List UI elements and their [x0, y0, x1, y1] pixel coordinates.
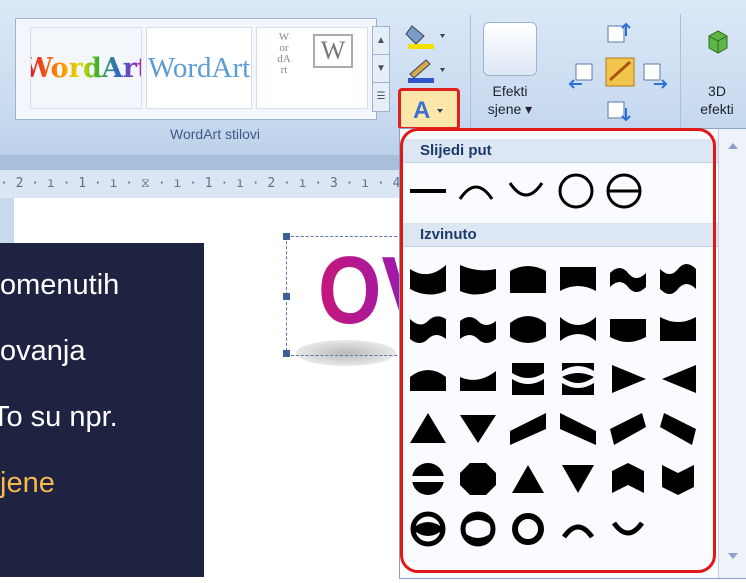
wordart-styles-gallery: WordArt WordArt WordArt W	[15, 18, 377, 120]
highlight-frame	[400, 128, 716, 573]
shadow-effects-button[interactable]: Efekti sjene ▾	[482, 82, 538, 118]
resize-handle[interactable]	[283, 350, 290, 357]
wordart-selection-box[interactable]	[286, 236, 402, 356]
group-label-wordart-styles: WordArt stilovi	[170, 126, 260, 142]
wordart-style-1[interactable]: WordArt	[23, 27, 149, 109]
ruler-ticks: · 2 · ı · 1 · ı · ⧖ · ı · 1 · ı · 2 · ı …	[0, 176, 400, 191]
wordart-style-3[interactable]: WordArt W	[256, 27, 368, 109]
vertical-wordart-preview: WordArt	[277, 31, 291, 76]
boxed-wordart-preview: W	[313, 34, 353, 68]
shadow-effects-label-2: sjene ▾	[487, 101, 533, 117]
slide-line: omenutih	[0, 269, 120, 301]
slide-line-highlight: jene	[0, 467, 55, 499]
horizontal-ruler[interactable]: · 2 · ı · 1 · ı · ⧖ · ı · 1 · ı · 2 · ı …	[0, 170, 400, 199]
nudge-shadow-icon	[568, 22, 668, 122]
3d-cube-icon	[703, 26, 733, 56]
svg-text:A: A	[413, 97, 430, 124]
pen-icon	[408, 59, 445, 83]
gallery-up-icon[interactable]: ▲	[373, 27, 389, 55]
slide-line: ovanja	[0, 335, 86, 367]
gallery-scroll[interactable]: ▲ ▼ ☰	[372, 26, 390, 112]
3d-effects-label-1: 3D	[708, 83, 726, 99]
divider	[680, 14, 681, 144]
text-shape-icon: A	[413, 97, 443, 124]
gallery-down-icon[interactable]: ▼	[373, 55, 389, 83]
nudge-shadow-controls[interactable]	[566, 20, 670, 126]
fill-color-button[interactable]	[404, 22, 450, 50]
3d-effects-button[interactable]: 3D efekti	[688, 82, 746, 118]
dropdown-scrollbar[interactable]	[718, 129, 746, 578]
wordart-style-2[interactable]: WordArt	[146, 27, 252, 109]
resize-handle[interactable]	[283, 233, 290, 240]
change-shape-button[interactable]: A	[398, 88, 460, 130]
paint-bucket-icon	[405, 25, 445, 49]
3d-effects-label-2: efekti	[700, 101, 734, 117]
slide-line: To su npr.	[0, 401, 118, 433]
shadow-effects-label-1: Efekti	[492, 83, 528, 99]
shadow-effects-icon[interactable]	[483, 22, 537, 76]
document-band	[0, 155, 400, 170]
resize-handle[interactable]	[283, 293, 290, 300]
presentation-slide: omenutih ovanja To su npr. jene	[0, 243, 204, 577]
outline-color-button[interactable]	[404, 56, 450, 84]
gallery-more-icon[interactable]: ☰	[373, 83, 389, 110]
divider	[470, 14, 471, 144]
